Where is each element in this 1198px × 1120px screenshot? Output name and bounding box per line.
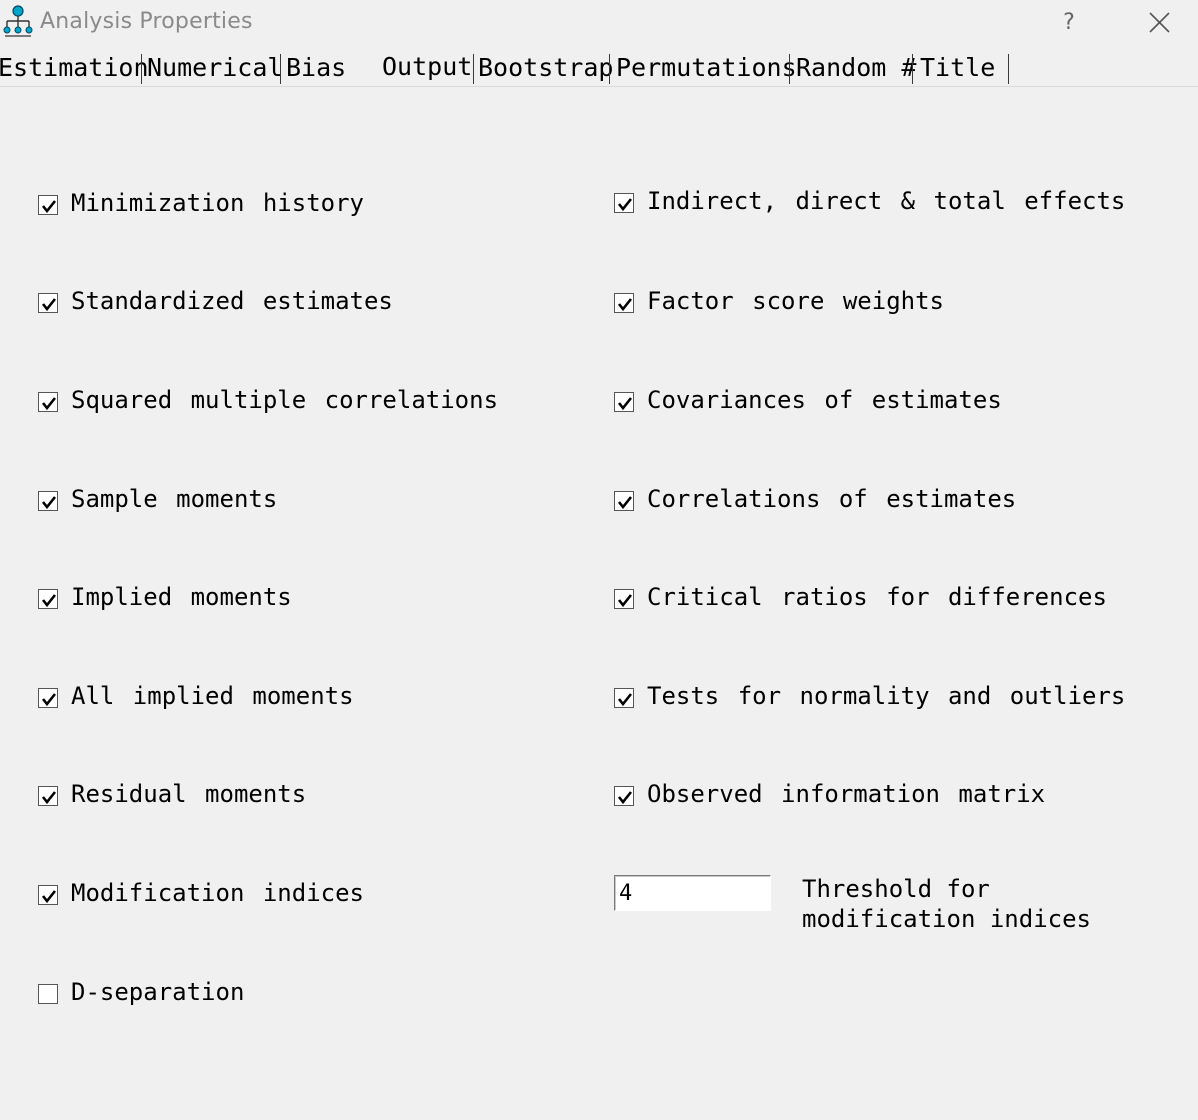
tab-output[interactable]: Output (378, 50, 477, 86)
checkbox[interactable] (614, 293, 634, 313)
tab-separator (1008, 54, 1009, 84)
checkbox[interactable] (38, 293, 58, 313)
option-label: Standardized estimates (71, 287, 393, 315)
option-label: Tests for normality and outliers (647, 682, 1126, 710)
tab-separator (912, 54, 913, 84)
checkbox[interactable] (38, 688, 58, 708)
checkbox[interactable] (614, 589, 634, 609)
tab-separator (609, 54, 610, 84)
checkbox[interactable] (38, 885, 58, 905)
checkbox[interactable] (614, 786, 634, 806)
option-label: Indirect, direct & total effects (647, 187, 1126, 215)
option-label: Minimization history (71, 189, 364, 217)
checkbox[interactable] (38, 392, 58, 412)
close-icon[interactable] (1140, 4, 1178, 42)
tab-separator (789, 54, 790, 84)
checkbox[interactable] (38, 786, 58, 806)
network-diagram-icon (3, 5, 33, 37)
title-bar: Analysis Properties ? (0, 0, 1198, 46)
tab-separator (141, 54, 142, 84)
option-label: Residual moments (71, 780, 307, 808)
option-label: Correlations of estimates (647, 485, 1017, 513)
window-title: Analysis Properties (40, 9, 253, 34)
checkbox[interactable] (38, 491, 58, 511)
tab-title[interactable]: Title (920, 52, 995, 84)
option-label: Covariances of estimates (647, 386, 1002, 414)
threshold-input[interactable] (614, 875, 771, 911)
threshold-label-line1: Threshold for (802, 875, 990, 903)
option-label: Implied moments (71, 583, 292, 611)
checkbox[interactable] (614, 688, 634, 708)
checkbox[interactable] (38, 589, 58, 609)
option-label: Modification indices (71, 879, 364, 907)
checkbox[interactable] (614, 193, 634, 213)
tab-numerical[interactable]: Numerical (147, 52, 282, 84)
option-label: Factor score weights (647, 287, 944, 315)
option-label: D-separation (71, 978, 245, 1006)
threshold-label-line2: modification indices (802, 905, 1091, 933)
option-label: Observed information matrix (647, 780, 1046, 808)
tab-strip: Estimation Numerical Bias Output Bootstr… (0, 50, 1198, 87)
tab-permutations[interactable]: Permutations (616, 52, 797, 84)
checkbox[interactable] (38, 984, 58, 1004)
checkbox[interactable] (38, 195, 58, 215)
tab-random[interactable]: Random # (796, 52, 916, 84)
option-label: Sample moments (71, 485, 278, 513)
option-label: All implied moments (71, 682, 354, 710)
tab-estimation[interactable]: Estimation (0, 52, 149, 84)
checkbox[interactable] (614, 491, 634, 511)
tab-bias[interactable]: Bias (286, 52, 346, 84)
checkbox[interactable] (614, 392, 634, 412)
threshold-label: Threshold for modification indices (802, 874, 1122, 934)
option-label: Critical ratios for differences (647, 583, 1107, 611)
option-label: Squared multiple correlations (71, 386, 499, 414)
tab-separator (280, 54, 281, 84)
tab-separator (473, 54, 474, 84)
tab-bootstrap[interactable]: Bootstrap (478, 52, 613, 84)
help-button[interactable]: ? (1052, 6, 1086, 40)
